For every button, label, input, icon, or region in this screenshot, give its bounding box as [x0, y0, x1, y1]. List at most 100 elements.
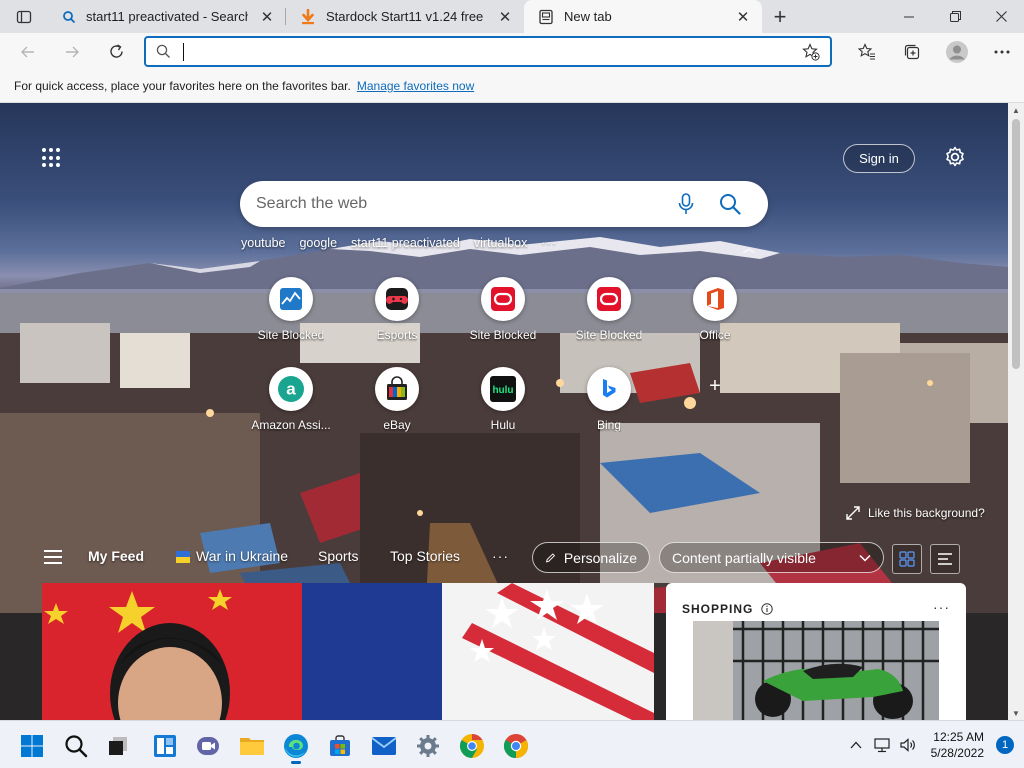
tab-strip: start11 preactivated - Search ✕ Stardock… [0, 0, 1024, 33]
add-tile-button[interactable]: + [662, 367, 768, 457]
taskbar-search-button[interactable] [56, 729, 96, 763]
shopping-title: SHOPPING [682, 602, 754, 616]
tile-esports[interactable]: Esports [344, 277, 450, 367]
tab-close-icon[interactable]: ✕ [258, 8, 276, 26]
volume-button[interactable] [895, 737, 921, 753]
grid-layout-icon [899, 551, 915, 567]
widgets-button[interactable] [145, 729, 185, 763]
notification-badge[interactable]: 1 [996, 736, 1014, 754]
tab-close-icon[interactable]: ✕ [496, 8, 514, 26]
quick-link[interactable]: virtualbox [474, 236, 528, 250]
task-view-icon [109, 737, 127, 755]
tile-amazon-assistant[interactable]: a Amazon Assi... [238, 367, 344, 457]
quick-links-more-icon[interactable]: ··· [541, 236, 557, 250]
collections-button[interactable] [889, 33, 934, 70]
scroll-up-icon[interactable]: ▲ [1008, 103, 1024, 117]
chart-icon [269, 277, 313, 321]
chevron-down-icon [859, 554, 871, 562]
like-background-label: Like this background? [868, 506, 985, 520]
app-launcher-button[interactable] [42, 148, 62, 168]
feed-tab-sports[interactable]: Sports [318, 548, 358, 564]
profile-button[interactable] [934, 33, 979, 70]
chrome-canary-button[interactable] [452, 729, 492, 763]
voice-search-button[interactable] [664, 182, 708, 226]
feed-tab-top-stories[interactable]: Top Stories [390, 548, 460, 564]
address-bar[interactable] [144, 36, 832, 67]
feed-menu-icon[interactable] [44, 550, 62, 564]
close-window-button[interactable] [978, 0, 1024, 33]
shopping-more-icon[interactable]: ··· [933, 599, 950, 615]
task-view-button[interactable] [98, 729, 138, 763]
feed-tab-my-feed[interactable]: My Feed [88, 548, 144, 564]
minimize-button[interactable] [886, 0, 932, 33]
show-hidden-icons-button[interactable] [843, 741, 869, 749]
tile-label: Amazon Assi... [251, 418, 331, 432]
like-background-button[interactable]: Like this background? [846, 506, 985, 520]
start-button[interactable] [12, 729, 52, 763]
window-controls [886, 0, 1024, 33]
back-button[interactable] [6, 36, 50, 68]
page-settings-gear-icon[interactable] [943, 145, 967, 169]
web-search-input[interactable] [256, 195, 664, 213]
tab-title: Stardock Start11 v1.24 free down [326, 9, 486, 24]
new-tab-page: Sign in youtube google start11 preactiva… [0, 103, 1008, 720]
sign-in-button[interactable]: Sign in [843, 144, 915, 173]
list-layout-button[interactable] [930, 544, 960, 574]
tile-site-blocked-3[interactable]: Site Blocked [556, 277, 662, 367]
tab-new-tab[interactable]: New tab ✕ [524, 0, 762, 33]
tile-label: Site Blocked [257, 328, 325, 342]
favorites-button[interactable] [844, 33, 889, 70]
edge-taskbar-button[interactable] [276, 729, 316, 764]
mail-button[interactable] [364, 729, 404, 763]
add-favorite-star-icon[interactable] [802, 42, 820, 61]
tile-bing[interactable]: Bing [556, 367, 662, 457]
info-icon[interactable] [761, 603, 774, 615]
store-button[interactable] [320, 729, 360, 763]
tile-hulu[interactable]: hulu Hulu [450, 367, 556, 457]
web-search-box[interactable] [240, 181, 768, 227]
settings-app-button[interactable] [408, 729, 448, 763]
tab-search[interactable]: start11 preactivated - Search ✕ [48, 0, 286, 33]
personalize-button[interactable]: Personalize [532, 542, 650, 573]
gamepad-icon [375, 277, 419, 321]
tab-actions-button[interactable] [0, 0, 48, 33]
forward-button[interactable] [50, 36, 94, 68]
top-story-card[interactable] [42, 583, 654, 720]
quick-link[interactable]: google [299, 236, 337, 250]
clock[interactable]: 12:25 AM 5/28/2022 [931, 729, 984, 761]
settings-gear-icon [417, 735, 439, 757]
refresh-button[interactable] [94, 36, 138, 68]
manage-favorites-link[interactable]: Manage favorites now [357, 79, 474, 93]
settings-more-button[interactable] [979, 33, 1024, 70]
feed-more-icon[interactable]: ··· [492, 548, 509, 564]
address-input[interactable] [194, 43, 802, 60]
tile-site-blocked-1[interactable]: Site Blocked [238, 277, 344, 367]
scrollbar-thumb[interactable] [1012, 119, 1020, 369]
tile-label: Bing [596, 418, 622, 432]
chrome-button[interactable] [496, 729, 536, 763]
restore-button[interactable] [932, 0, 978, 33]
search-submit-button[interactable] [708, 182, 752, 226]
mail-envelope-icon [371, 737, 397, 755]
page-scrollbar[interactable]: ▲ ▼ [1008, 103, 1024, 720]
quick-link[interactable]: youtube [241, 236, 285, 250]
tile-label: Hulu [490, 418, 516, 432]
tab-close-icon[interactable]: ✕ [734, 8, 752, 26]
file-explorer-button[interactable] [232, 729, 272, 763]
search-icon [65, 735, 88, 758]
grid-layout-button[interactable] [892, 544, 922, 574]
scroll-down-icon[interactable]: ▼ [1008, 706, 1024, 720]
teams-chat-button[interactable] [188, 729, 228, 763]
tile-ebay[interactable]: eBay [344, 367, 450, 457]
chevron-up-icon[interactable]: ︿ [743, 239, 755, 256]
quick-link[interactable]: start11 preactivated [351, 236, 460, 250]
tile-office[interactable]: Office [662, 277, 768, 367]
tile-site-blocked-2[interactable]: Site Blocked [450, 277, 556, 367]
feed-tab-war-in-ukraine[interactable]: War in Ukraine [196, 548, 288, 564]
minimize-icon [904, 16, 914, 17]
shopping-card[interactable]: SHOPPING ··· [666, 583, 966, 720]
tab-download-page[interactable]: Stardock Start11 v1.24 free down ✕ [286, 0, 524, 33]
content-visibility-dropdown[interactable]: Content partially visible [659, 542, 884, 573]
network-button[interactable] [869, 737, 895, 753]
new-tab-button[interactable]: + [762, 0, 798, 33]
